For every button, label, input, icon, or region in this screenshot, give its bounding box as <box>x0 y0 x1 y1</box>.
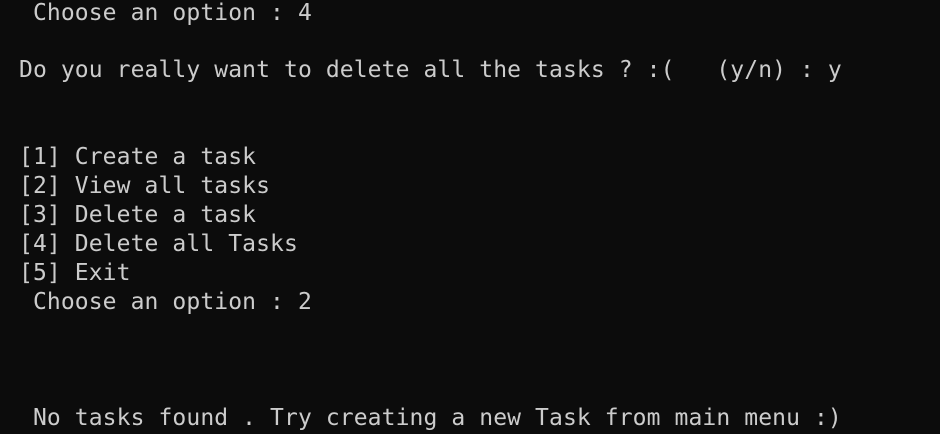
terminal-window[interactable]: Choose an option : 4 Do you really want … <box>0 0 940 434</box>
menu-item-delete-task: [3] Delete a task <box>19 202 257 228</box>
prompt-choose-option-1: Choose an option : 4 <box>19 0 312 26</box>
menu-item-exit: [5] Exit <box>19 260 131 286</box>
menu-item-view-tasks: [2] View all tasks <box>19 173 271 199</box>
no-tasks-message: No tasks found . Try creating a new Task… <box>19 405 842 431</box>
menu-item-delete-all-tasks: [4] Delete all Tasks <box>19 231 298 257</box>
delete-all-confirmation: Do you really want to delete all the tas… <box>19 57 842 83</box>
prompt-choose-option-2: Choose an option : 2 <box>19 289 312 315</box>
menu-item-create-task: [1] Create a task <box>19 144 257 170</box>
